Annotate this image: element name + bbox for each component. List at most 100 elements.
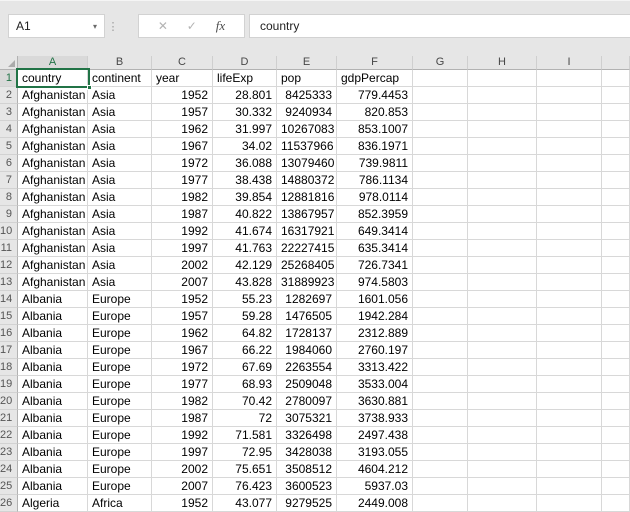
cell-C1[interactable]: year — [152, 70, 213, 87]
cell-C20[interactable]: 1982 — [152, 393, 213, 410]
cell-F22[interactable]: 2497.438 — [337, 427, 413, 444]
cell-B16[interactable]: Europe — [88, 325, 152, 342]
cell-I20[interactable] — [537, 393, 602, 410]
column-header-partial[interactable] — [602, 56, 630, 70]
cell-D13[interactable]: 43.828 — [213, 274, 277, 291]
cell-J6[interactable] — [602, 155, 630, 172]
cell-J26[interactable] — [602, 495, 630, 512]
cell-G11[interactable] — [413, 240, 468, 257]
row-header-4[interactable]: 4 — [0, 121, 18, 138]
cell-E15[interactable]: 1476505 — [277, 308, 337, 325]
cell-F4[interactable]: 853.1007 — [337, 121, 413, 138]
cell-G7[interactable] — [413, 172, 468, 189]
cell-H23[interactable] — [468, 444, 537, 461]
column-header-C[interactable]: C — [152, 56, 213, 70]
cell-C3[interactable]: 1957 — [152, 104, 213, 121]
column-header-A[interactable]: A — [18, 56, 88, 70]
cell-H11[interactable] — [468, 240, 537, 257]
cell-H16[interactable] — [468, 325, 537, 342]
cell-A18[interactable]: Albania — [18, 359, 88, 376]
cell-D23[interactable]: 72.95 — [213, 444, 277, 461]
cell-C2[interactable]: 1952 — [152, 87, 213, 104]
cell-H12[interactable] — [468, 257, 537, 274]
cell-A12[interactable]: Afghanistan — [18, 257, 88, 274]
cell-J14[interactable] — [602, 291, 630, 308]
cell-G18[interactable] — [413, 359, 468, 376]
cell-H21[interactable] — [468, 410, 537, 427]
cell-D6[interactable]: 36.088 — [213, 155, 277, 172]
cell-A19[interactable]: Albania — [18, 376, 88, 393]
cell-B5[interactable]: Asia — [88, 138, 152, 155]
cell-C10[interactable]: 1992 — [152, 223, 213, 240]
cell-D19[interactable]: 68.93 — [213, 376, 277, 393]
cell-E21[interactable]: 3075321 — [277, 410, 337, 427]
row-header-23[interactable]: 23 — [0, 444, 18, 461]
select-all-button[interactable] — [0, 56, 18, 70]
cell-G26[interactable] — [413, 495, 468, 512]
row-header-18[interactable]: 18 — [0, 359, 18, 376]
cell-I22[interactable] — [537, 427, 602, 444]
cell-I3[interactable] — [537, 104, 602, 121]
cell-F18[interactable]: 3313.422 — [337, 359, 413, 376]
cell-B24[interactable]: Europe — [88, 461, 152, 478]
cell-F6[interactable]: 739.9811 — [337, 155, 413, 172]
cell-H26[interactable] — [468, 495, 537, 512]
cell-H13[interactable] — [468, 274, 537, 291]
cell-B10[interactable]: Asia — [88, 223, 152, 240]
row-header-14[interactable]: 14 — [0, 291, 18, 308]
fill-handle[interactable] — [87, 85, 92, 90]
cell-F20[interactable]: 3630.881 — [337, 393, 413, 410]
cell-I15[interactable] — [537, 308, 602, 325]
cell-F26[interactable]: 2449.008 — [337, 495, 413, 512]
cell-H15[interactable] — [468, 308, 537, 325]
cell-G10[interactable] — [413, 223, 468, 240]
cell-E3[interactable]: 9240934 — [277, 104, 337, 121]
cell-D16[interactable]: 64.82 — [213, 325, 277, 342]
cell-A20[interactable]: Albania — [18, 393, 88, 410]
row-header-9[interactable]: 9 — [0, 206, 18, 223]
cell-G22[interactable] — [413, 427, 468, 444]
cancel-icon[interactable]: ✕ — [158, 19, 168, 33]
row-header-26[interactable]: 26 — [0, 495, 18, 512]
cell-E25[interactable]: 3600523 — [277, 478, 337, 495]
cell-H9[interactable] — [468, 206, 537, 223]
column-header-I[interactable]: I — [537, 56, 602, 70]
cell-D17[interactable]: 66.22 — [213, 342, 277, 359]
cell-G21[interactable] — [413, 410, 468, 427]
cell-D5[interactable]: 34.02 — [213, 138, 277, 155]
cell-B2[interactable]: Asia — [88, 87, 152, 104]
cell-F2[interactable]: 779.4453 — [337, 87, 413, 104]
cell-F11[interactable]: 635.3414 — [337, 240, 413, 257]
cell-D1[interactable]: lifeExp — [213, 70, 277, 87]
cell-E24[interactable]: 3508512 — [277, 461, 337, 478]
row-header-21[interactable]: 21 — [0, 410, 18, 427]
cell-B11[interactable]: Asia — [88, 240, 152, 257]
cell-G14[interactable] — [413, 291, 468, 308]
row-header-7[interactable]: 7 — [0, 172, 18, 189]
row-header-2[interactable]: 2 — [0, 87, 18, 104]
row-header-12[interactable]: 12 — [0, 257, 18, 274]
cell-B1[interactable]: continent — [88, 70, 152, 87]
cell-I11[interactable] — [537, 240, 602, 257]
cell-I23[interactable] — [537, 444, 602, 461]
cell-F19[interactable]: 3533.004 — [337, 376, 413, 393]
cell-D11[interactable]: 41.763 — [213, 240, 277, 257]
cell-J15[interactable] — [602, 308, 630, 325]
cell-F24[interactable]: 4604.212 — [337, 461, 413, 478]
cell-I26[interactable] — [537, 495, 602, 512]
cell-D25[interactable]: 76.423 — [213, 478, 277, 495]
cell-G2[interactable] — [413, 87, 468, 104]
cell-I12[interactable] — [537, 257, 602, 274]
cell-H20[interactable] — [468, 393, 537, 410]
cell-I21[interactable] — [537, 410, 602, 427]
cell-G8[interactable] — [413, 189, 468, 206]
cell-H17[interactable] — [468, 342, 537, 359]
cell-F1[interactable]: gdpPercap — [337, 70, 413, 87]
cell-B9[interactable]: Asia — [88, 206, 152, 223]
cell-D3[interactable]: 30.332 — [213, 104, 277, 121]
cell-A1[interactable]: country — [18, 70, 88, 87]
cell-I18[interactable] — [537, 359, 602, 376]
cell-G4[interactable] — [413, 121, 468, 138]
cell-A21[interactable]: Albania — [18, 410, 88, 427]
row-header-25[interactable]: 25 — [0, 478, 18, 495]
